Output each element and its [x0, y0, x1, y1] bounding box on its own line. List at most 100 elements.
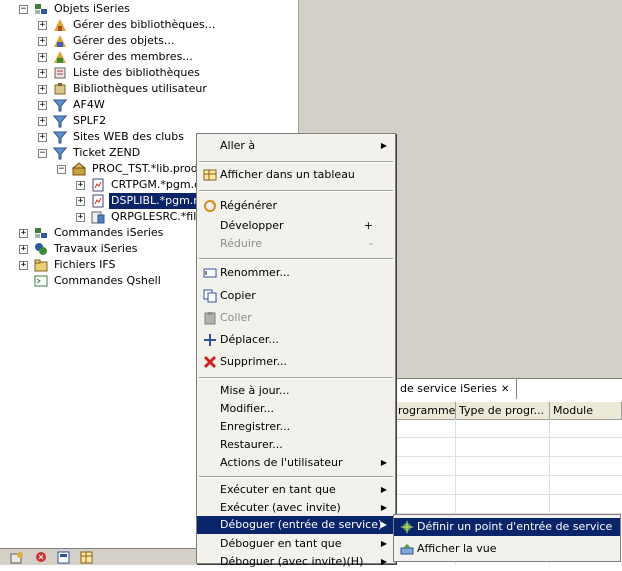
menu-item-copier[interactable]: Copier — [197, 287, 395, 305]
expand-icon[interactable]: + — [76, 181, 85, 190]
expand-icon[interactable]: + — [19, 261, 28, 270]
tab-service-entry-points[interactable]: de service iSeries ✕ — [395, 378, 517, 399]
collapse-icon[interactable]: − — [19, 5, 28, 14]
tree-item-label: Liste des bibliothèques — [73, 66, 200, 79]
menu-item-executer-en-tant-que[interactable]: Exécuter en tant que ▶ — [197, 481, 395, 499]
tree-item-label: Gérer des membres... — [73, 50, 193, 63]
service-entry-icon — [400, 520, 414, 534]
menu-item-label: Déplacer... — [220, 333, 279, 346]
column-header-program-type[interactable]: Type de progr... — [456, 402, 550, 419]
submenu-arrow-icon: ▶ — [380, 503, 387, 512]
expand-icon[interactable]: + — [76, 197, 85, 206]
menu-separator — [199, 258, 393, 260]
table-icon[interactable] — [80, 551, 94, 564]
menu-item-mise-a-jour[interactable]: Mise à jour... — [197, 382, 395, 400]
menu-item-restaurer[interactable]: Restaurer... — [197, 436, 395, 454]
tree-item-label: Bibliothèques utilisateur — [73, 82, 207, 95]
error-icon[interactable] — [34, 551, 48, 564]
program-icon — [91, 194, 105, 208]
filter-member-icon — [53, 50, 67, 64]
copy-icon — [203, 289, 217, 303]
expand-icon[interactable]: + — [76, 213, 85, 222]
library-icon — [71, 162, 87, 176]
menu-item-deboguer-entree-service[interactable]: Déboguer (entrée de service) ▶ — [197, 516, 395, 534]
table-icon — [203, 168, 217, 182]
expand-icon[interactable]: + — [19, 245, 28, 254]
menu-item-regenerer[interactable]: Régénérer — [197, 197, 395, 215]
menu-item-label: Réduire — [220, 237, 262, 250]
expand-icon[interactable]: + — [38, 21, 47, 30]
menu-item-deboguer-en-tant-que[interactable]: Déboguer en tant que ▶ — [197, 535, 395, 553]
menu-item-afficher-vue[interactable]: Afficher la vue — [394, 540, 620, 558]
new-connection-icon[interactable] — [10, 551, 24, 564]
menu-accelerator: + — [363, 219, 373, 232]
tree-item-gerer-membres[interactable]: + Gérer des membres... — [0, 49, 298, 65]
tree-item-gerer-objets[interactable]: + Gérer des objets... — [0, 33, 298, 49]
menu-item-afficher-tableau[interactable]: Afficher dans un tableau — [197, 166, 395, 184]
menu-item-enregistrer[interactable]: Enregistrer... — [197, 418, 395, 436]
menu-item-label: Déboguer en tant que — [220, 537, 342, 550]
tree-item-label: SPLF2 — [73, 114, 107, 127]
tree-item-label: Commandes iSeries — [54, 226, 164, 239]
menu-item-label: Supprimer... — [220, 355, 287, 368]
table-row[interactable] — [395, 495, 622, 514]
column-header-program[interactable]: rogramme — [395, 402, 456, 419]
tree-item-label: Gérer des bibliothèques... — [73, 18, 216, 31]
collapse-icon[interactable]: − — [57, 165, 66, 174]
menu-item-label: Actions de l'utilisateur — [220, 456, 343, 469]
close-icon[interactable]: ✕ — [501, 384, 509, 395]
filter-icon — [52, 114, 68, 128]
tree-item-objets-iseries[interactable]: − Objets iSeries — [0, 1, 298, 17]
menu-item-actions-utilisateur[interactable]: Actions de l'utilisateur ▶ — [197, 454, 395, 472]
menu-item-supprimer[interactable]: Supprimer... — [197, 353, 395, 371]
menu-item-aller-a[interactable]: Aller à ▶ — [197, 137, 395, 155]
menu-separator — [199, 377, 393, 379]
user-library-icon — [53, 82, 67, 96]
expand-icon[interactable]: + — [38, 133, 47, 142]
menu-item-reduire[interactable]: Réduire - — [197, 235, 395, 253]
tree-item-liste-bibliotheques[interactable]: + Liste des bibliothèques — [0, 65, 298, 81]
expand-icon[interactable]: + — [38, 85, 47, 94]
menu-accelerator: - — [369, 237, 373, 250]
expand-icon[interactable]: + — [38, 69, 47, 78]
menu-item-developper[interactable]: Développer + — [197, 217, 395, 235]
properties-icon[interactable] — [57, 551, 71, 564]
tree-item-splf2[interactable]: + SPLF2 — [0, 113, 298, 129]
refresh-icon — [203, 199, 217, 213]
menu-item-label: Enregistrer... — [220, 420, 291, 433]
expand-icon[interactable]: + — [38, 117, 47, 126]
column-header-module[interactable]: Module — [550, 402, 622, 419]
menu-item-label: Exécuter en tant que — [220, 483, 336, 496]
menu-item-deboguer-avec-invite[interactable]: Déboguer (avec invite)(H) ▶ — [197, 553, 395, 571]
submenu-arrow-icon: ▶ — [380, 141, 387, 150]
menu-item-definir-point-entree[interactable]: Définir un point d'entrée de service — [394, 518, 620, 536]
submenu-arrow-icon: ▶ — [380, 539, 387, 548]
expand-icon[interactable]: + — [38, 101, 47, 110]
expand-icon[interactable]: + — [38, 37, 47, 46]
tree-item-label: Travaux iSeries — [54, 242, 138, 255]
menu-item-coller[interactable]: Coller — [197, 309, 395, 327]
tree-item-gerer-bibliotheques[interactable]: + Gérer des bibliothèques... — [0, 17, 298, 33]
table-row[interactable] — [395, 457, 622, 476]
table-row[interactable] — [395, 438, 622, 457]
table-row[interactable] — [395, 419, 622, 438]
tree-item-af4w[interactable]: + AF4W — [0, 97, 298, 113]
expand-icon[interactable]: + — [38, 53, 47, 62]
tree-item-label: PROC_TST.*lib.prod — [92, 162, 198, 175]
tree-item-label: Objets iSeries — [54, 2, 130, 15]
table-row[interactable] — [395, 476, 622, 495]
tree-item-label: Commandes Qshell — [54, 274, 161, 287]
tab-label: de service iSeries — [400, 382, 498, 395]
tree-item-bibliotheques-utilisateur[interactable]: + Bibliothèques utilisateur — [0, 81, 298, 97]
menu-item-label: Copier — [220, 289, 256, 302]
menu-item-renommer[interactable]: Renommer... — [197, 264, 395, 282]
menu-item-executer-avec-invite[interactable]: Exécuter (avec invite) ▶ — [197, 499, 395, 517]
menu-item-label: Régénérer — [220, 199, 277, 212]
collapse-icon[interactable]: − — [38, 149, 47, 158]
bottom-toolbar — [0, 548, 196, 565]
expand-icon[interactable]: + — [19, 229, 28, 238]
paste-icon — [203, 311, 217, 325]
menu-item-modifier[interactable]: Modifier... — [197, 400, 395, 418]
menu-item-deplacer[interactable]: Déplacer... — [197, 331, 395, 349]
menu-item-label: Afficher la vue — [417, 542, 497, 555]
